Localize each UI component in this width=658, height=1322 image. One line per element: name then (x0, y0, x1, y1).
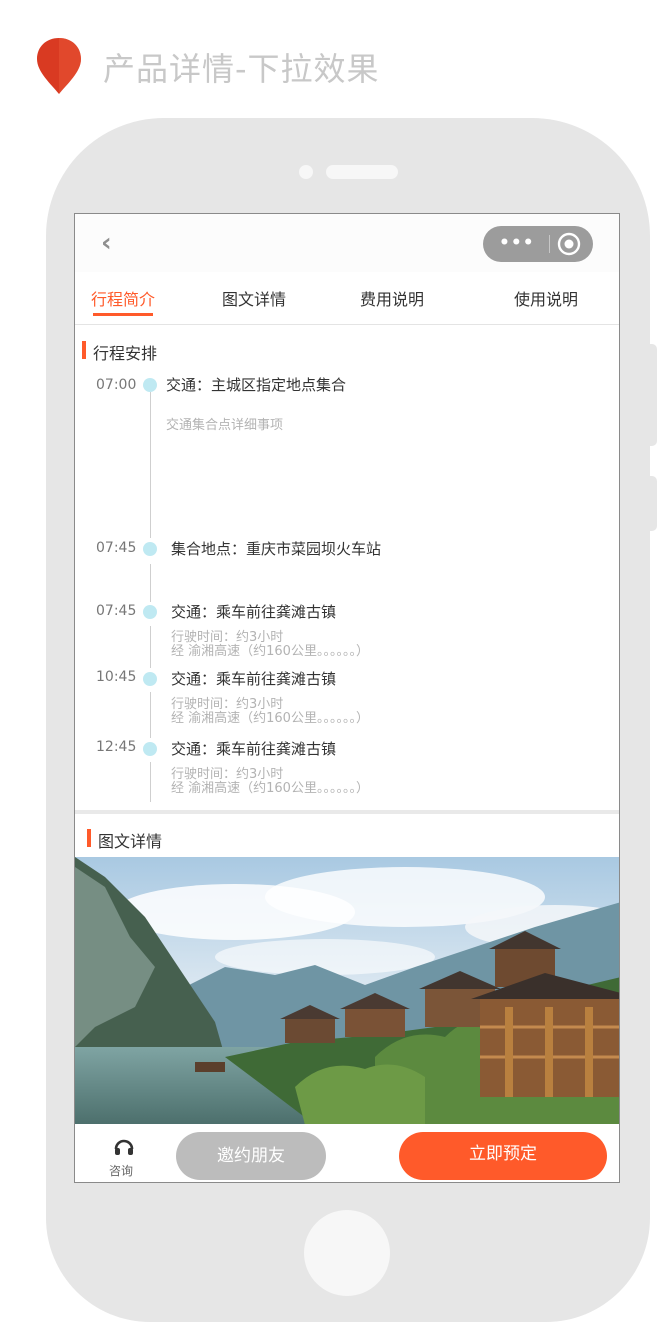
timeline-line (150, 626, 151, 668)
timeline-time: 10:45 (96, 669, 137, 685)
map-pin-icon (37, 38, 81, 94)
earpiece-speaker (326, 165, 398, 179)
page-heading: 产品详情-下拉效果 (103, 50, 380, 88)
app-screen: ‹ ••• 行程简介 图文详情 费用说明 使用说明 行程安排 07:00 交通：… (74, 213, 620, 1183)
front-camera (299, 165, 313, 179)
timeline-event-title: 集合地点：重庆市菜园坝火车站 (171, 540, 382, 558)
timeline-time: 07:45 (96, 603, 137, 619)
timeline-event-detail: 交通集合点详细事项 (166, 418, 284, 433)
timeline-dot (143, 672, 157, 686)
timeline-time: 12:45 (96, 739, 137, 755)
timeline-event-detail: 行驶时间：约3小时 (171, 767, 284, 782)
target-circle-icon[interactable] (557, 232, 581, 256)
tab-graphic-details[interactable]: 图文详情 (222, 286, 286, 310)
timeline-event-detail: 行驶时间：约3小时 (171, 630, 284, 645)
timeline-dot (143, 542, 157, 556)
timeline-time: 07:45 (96, 540, 137, 556)
tab-fee-description[interactable]: 费用说明 (360, 286, 424, 310)
tab-itinerary[interactable]: 行程简介 (91, 286, 155, 310)
timeline-event-detail: 经 渝湘高速（约160公里。。。。。。） (171, 644, 369, 659)
timeline-event-title: 交通：主城区指定地点集合 (166, 376, 347, 394)
consult-label[interactable]: 咨询 (109, 1162, 133, 1179)
timeline-line (150, 762, 151, 802)
headset-icon[interactable] (113, 1136, 135, 1158)
tab-usage-instructions[interactable]: 使用说明 (514, 286, 578, 310)
timeline-dot (143, 378, 157, 392)
timeline-event-title: 交通：乘车前往龚滩古镇 (171, 670, 337, 688)
timeline-event-title: 交通：乘车前往龚滩古镇 (171, 603, 337, 621)
more-dots-icon[interactable]: ••• (499, 234, 535, 252)
timeline-line (150, 564, 151, 602)
timeline-dot (143, 605, 157, 619)
capsule-divider (549, 235, 550, 253)
timeline-line (150, 392, 151, 538)
timeline-line (150, 692, 151, 738)
gallery-section-title: 图文详情 (98, 832, 163, 851)
tab-bar: 行程简介 图文详情 费用说明 使用说明 (75, 272, 619, 325)
home-button[interactable] (304, 1210, 390, 1296)
timeline-event-detail: 经 渝湘高速（约160公里。。。。。。） (171, 711, 369, 726)
book-now-button[interactable]: 立即预定 (399, 1132, 607, 1180)
timeline-event-detail: 经 渝湘高速（约160公里。。。。。。） (171, 781, 369, 796)
timeline-dot (143, 742, 157, 756)
active-tab-indicator (93, 313, 153, 316)
chevron-left-icon[interactable]: ‹ (101, 228, 112, 258)
mini-program-capsule: ••• (483, 226, 593, 262)
section-divider (75, 810, 619, 814)
bottom-action-bar: 咨询 邀约朋友 立即预定 (75, 1124, 619, 1182)
itinerary-section-title: 行程安排 (93, 344, 158, 363)
navigation-bar: ‹ ••• (75, 214, 619, 272)
timeline-event-title: 交通：乘车前往龚滩古镇 (171, 740, 337, 758)
section-accent-bar (82, 341, 86, 359)
section-accent-bar (87, 829, 91, 847)
timeline-event-detail: 行驶时间：约3小时 (171, 697, 284, 712)
invite-friends-button[interactable]: 邀约朋友 (176, 1132, 326, 1180)
timeline-time: 07:00 (96, 377, 137, 393)
scenic-photo (75, 857, 619, 1125)
